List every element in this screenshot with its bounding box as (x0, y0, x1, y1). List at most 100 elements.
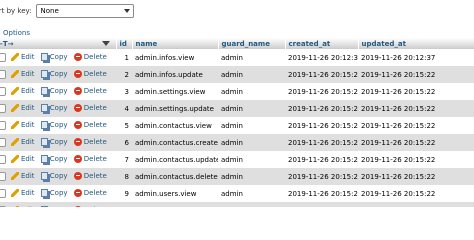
delete-button[interactable]: Delete (73, 188, 107, 197)
edit-label: Edit (21, 137, 35, 146)
row-checkbox[interactable] (0, 121, 6, 130)
table-row: Edit Copy Delete 2 admin.infos.update ad… (0, 66, 474, 83)
delete-icon (73, 103, 82, 112)
row-checkbox-cell (0, 66, 8, 83)
table-row: Edit Copy Delete 10 (0, 202, 474, 207)
table-row: Edit Copy Delete 8 admin.contactus.delet… (0, 168, 474, 185)
row-checkbox[interactable] (0, 53, 6, 62)
edit-button[interactable]: Edit (11, 120, 35, 129)
pencil-icon (11, 69, 19, 78)
row-actions: Edit Copy Delete (8, 168, 117, 185)
delete-icon (73, 52, 82, 61)
copy-button[interactable]: Copy (40, 154, 68, 163)
row-actions: Edit Copy Delete (8, 134, 117, 151)
table-header-row: ←T→ id name guard_name created_at update… (0, 38, 474, 49)
pencil-icon (11, 188, 19, 197)
options-link[interactable]: Options (3, 29, 30, 37)
cell-id: 10 (116, 202, 133, 207)
row-checkbox-cell (0, 151, 8, 168)
cell-created-at: 2019-11-26 20:15:22 (285, 151, 359, 168)
edit-button[interactable]: Edit (11, 171, 35, 180)
pencil-icon (11, 137, 19, 146)
cell-id: 9 (116, 185, 133, 202)
column-header-created-at[interactable]: created_at (285, 38, 359, 49)
column-header-guard-name[interactable]: guard_name (218, 38, 286, 49)
copy-button[interactable]: Copy (40, 137, 68, 146)
copy-button[interactable]: Copy (40, 188, 68, 197)
copy-label: Copy (49, 69, 68, 78)
cell-updated-at: 2019-11-26 20:15:22 (358, 134, 474, 151)
row-checkbox[interactable] (0, 189, 6, 198)
cell-guard-name (218, 202, 286, 207)
column-header-id[interactable]: id (116, 38, 133, 49)
cell-updated-at: 2019-11-26 20:12:37 (358, 49, 474, 66)
copy-button[interactable]: Copy (40, 69, 68, 78)
row-checkbox-cell (0, 168, 8, 185)
pencil-icon (11, 52, 19, 61)
table-row: Edit Copy Delete 4 admin.settings.update… (0, 100, 474, 117)
copy-icon (40, 205, 48, 207)
row-checkbox[interactable] (0, 104, 6, 113)
row-checkbox-cell (0, 117, 8, 134)
edit-label: Edit (21, 69, 35, 78)
nav-arrows-label: ←T→ (0, 39, 14, 48)
row-checkbox[interactable] (0, 206, 6, 207)
delete-button[interactable]: Delete (73, 120, 107, 129)
column-nav-arrows[interactable]: ←T→ (0, 38, 117, 49)
sort-by-key-value: None (40, 7, 59, 15)
cell-created-at: 2019-11-26 20:15:22 (285, 117, 359, 134)
cell-guard-name: admin (218, 49, 286, 66)
cell-updated-at: 2019-11-26 20:15:22 (358, 168, 474, 185)
sort-dropdown-icon[interactable] (101, 41, 110, 46)
row-checkbox[interactable] (0, 155, 6, 164)
edit-button[interactable]: Edit (11, 188, 35, 197)
copy-icon (40, 188, 48, 197)
cell-guard-name: admin (218, 117, 286, 134)
copy-icon (40, 103, 48, 112)
delete-icon (73, 86, 82, 95)
cell-name: admin.settings.view (132, 83, 219, 100)
row-checkbox[interactable] (0, 172, 6, 181)
delete-button[interactable]: Delete (73, 205, 107, 207)
edit-label: Edit (21, 154, 35, 163)
cell-name: admin.infos.view (132, 49, 219, 66)
edit-button[interactable]: Edit (11, 69, 35, 78)
copy-button[interactable]: Copy (40, 120, 68, 129)
sort-by-key-select[interactable]: None (35, 4, 134, 18)
results-table: ←T→ id name guard_name created_at update… (0, 38, 474, 207)
column-header-updated-at[interactable]: updated_at (358, 38, 474, 49)
pencil-icon (11, 86, 19, 95)
copy-button[interactable]: Copy (40, 205, 68, 207)
edit-label: Edit (21, 206, 35, 208)
copy-button[interactable]: Copy (40, 52, 68, 61)
cell-id: 3 (116, 83, 133, 100)
copy-button[interactable]: Copy (40, 171, 68, 180)
edit-button[interactable]: Edit (11, 103, 35, 112)
row-checkbox-cell (0, 83, 8, 100)
delete-button[interactable]: Delete (73, 52, 107, 61)
edit-button[interactable]: Edit (11, 154, 35, 163)
edit-button[interactable]: Edit (11, 205, 35, 208)
cell-id: 2 (116, 66, 133, 83)
delete-button[interactable]: Delete (73, 154, 107, 163)
edit-button[interactable]: Edit (11, 86, 35, 95)
delete-label: Delete (83, 69, 107, 78)
delete-button[interactable]: Delete (73, 137, 107, 146)
copy-button[interactable]: Copy (40, 103, 68, 112)
copy-button[interactable]: Copy (40, 86, 68, 95)
row-checkbox[interactable] (0, 70, 6, 79)
delete-button[interactable]: Delete (73, 69, 107, 78)
cell-guard-name: admin (218, 100, 286, 117)
column-header-name[interactable]: name (132, 38, 219, 49)
delete-button[interactable]: Delete (73, 86, 107, 95)
row-checkbox[interactable] (0, 138, 6, 147)
delete-button[interactable]: Delete (73, 103, 107, 112)
edit-button[interactable]: Edit (11, 137, 35, 146)
delete-button[interactable]: Delete (73, 171, 107, 180)
cell-name: admin.settings.update (132, 100, 219, 117)
cell-guard-name: admin (218, 168, 286, 185)
delete-icon (73, 69, 82, 78)
row-checkbox[interactable] (0, 87, 6, 96)
edit-button[interactable]: Edit (11, 52, 35, 61)
pencil-icon (11, 171, 19, 180)
